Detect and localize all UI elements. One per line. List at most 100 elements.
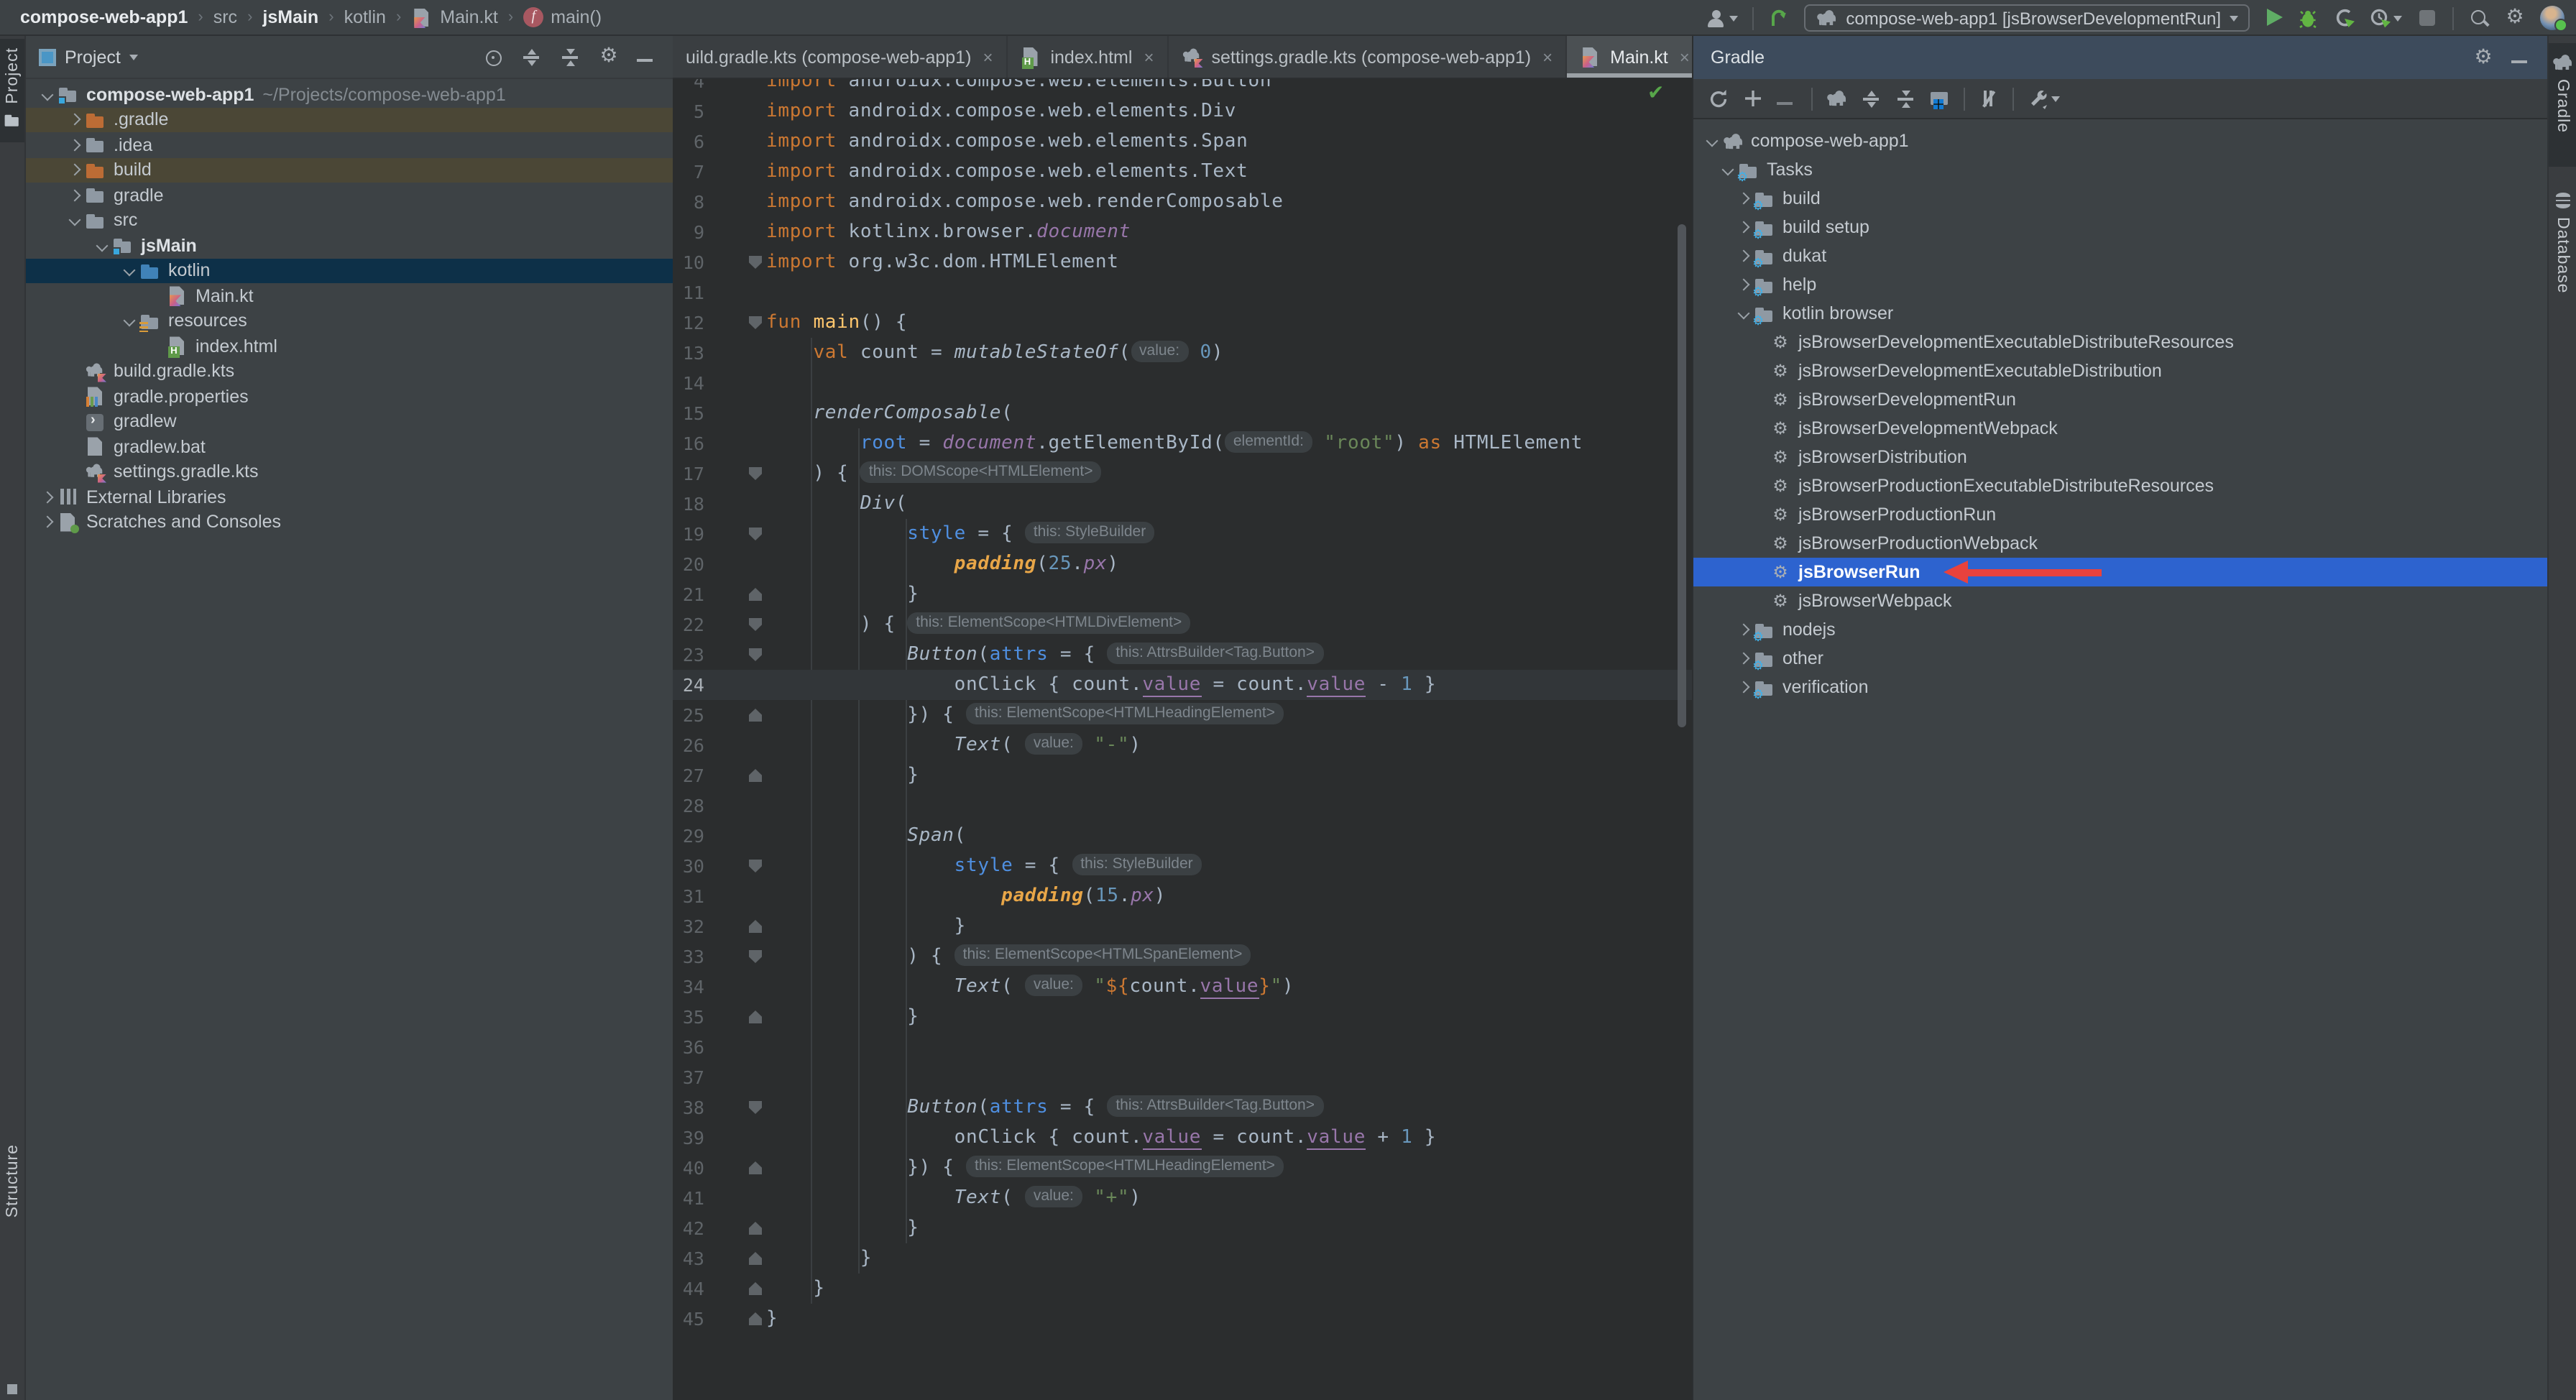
gradle-tree-row[interactable]: ⚙jsBrowserDevelopmentWebpack — [1693, 414, 2547, 443]
code-line[interactable]: 11 — [673, 277, 1692, 308]
code-line[interactable]: 14 — [673, 368, 1692, 398]
fold-end-icon[interactable] — [749, 588, 762, 601]
project-tree-row[interactable]: gradlew.bat — [26, 434, 673, 459]
gradle-tree-row[interactable]: ⚙Tasks — [1693, 155, 2547, 184]
code-line[interactable]: 25 }) { this: ElementScope<HTMLHeadingEl… — [673, 700, 1692, 730]
chevron-down-icon[interactable] — [1734, 303, 1754, 323]
chevron-right-icon[interactable] — [37, 512, 58, 533]
breadcrumb-item[interactable]: compose-web-app1 — [20, 7, 188, 27]
gradle-tree-row[interactable]: ⚙kotlin browser — [1693, 299, 2547, 328]
code-line[interactable]: 17 ) { this: DOMScope<HTMLElement> — [673, 459, 1692, 489]
code-line[interactable]: 21 } — [673, 579, 1692, 609]
close-tab-icon[interactable]: × — [1542, 47, 1552, 67]
editor-tab[interactable]: uild.gradle.kts (compose-web-app1)× — [673, 36, 1007, 78]
project-tree-row[interactable]: gradle.properties — [26, 384, 673, 409]
code-line[interactable]: 31 padding(15.px) — [673, 881, 1692, 911]
expand-all-button[interactable] — [1860, 88, 1882, 109]
gradle-tree-row[interactable]: ⚙jsBrowserProductionRun — [1693, 500, 2547, 529]
project-tree-row[interactable]: kotlin — [26, 258, 673, 283]
code-line[interactable]: 10import org.w3c.dom.HTMLElement — [673, 247, 1692, 277]
chevron-down-icon[interactable] — [37, 85, 58, 105]
settings-button[interactable]: ⚙ — [598, 46, 620, 68]
chevron-down-icon[interactable] — [65, 211, 85, 231]
code-line[interactable]: 4import androidx.compose.web.elements.Bu… — [673, 79, 1692, 96]
project-tree-row[interactable]: gradle — [26, 183, 673, 208]
project-tree-row[interactable]: Main.kt — [26, 283, 673, 308]
code-line[interactable]: 19 style = { this: StyleBuilder — [673, 519, 1692, 549]
gradle-tree-row[interactable]: ⚙jsBrowserWebpack — [1693, 586, 2547, 615]
fold-expanded-icon[interactable] — [749, 528, 762, 540]
project-tree-row[interactable]: build — [26, 157, 673, 183]
inspection-ok-icon[interactable]: ✔ — [1647, 82, 1665, 105]
project-tree-row[interactable]: src — [26, 208, 673, 233]
breadcrumb-item[interactable]: fmain() — [523, 7, 602, 27]
user-button[interactable] — [1705, 7, 1738, 29]
bottom-left-widget-icon[interactable] — [7, 1384, 17, 1394]
project-tree-row[interactable]: Hindex.html — [26, 333, 673, 359]
gradle-elephant-button[interactable] — [1826, 88, 1847, 109]
collapse-all-button[interactable] — [559, 46, 581, 68]
chevron-right-icon[interactable] — [65, 135, 85, 155]
gradle-tree-row[interactable]: ⚙verification — [1693, 673, 2547, 701]
code-line[interactable]: 29 Span( — [673, 821, 1692, 851]
collapse-all-button[interactable] — [1895, 88, 1916, 109]
code-line[interactable]: 24 onClick { count.value = count.value -… — [673, 670, 1692, 700]
code-line[interactable]: 38 Button(attrs = { this: AttrsBuilder<T… — [673, 1092, 1692, 1123]
chevron-right-icon[interactable] — [1734, 217, 1754, 237]
fold-expanded-icon[interactable] — [749, 648, 762, 661]
code-editor[interactable]: 4import androidx.compose.web.elements.Bu… — [673, 79, 1692, 1400]
locate-button[interactable] — [482, 46, 503, 68]
project-tree-row[interactable]: jsMain — [26, 233, 673, 258]
settings-button[interactable]: ⚙ — [2472, 47, 2494, 68]
fold-end-icon[interactable] — [749, 1252, 762, 1265]
code-line[interactable]: 30 style = { this: StyleBuilder — [673, 851, 1692, 881]
expand-all-button[interactable] — [520, 46, 542, 68]
project-panel-header[interactable]: Project ⚙ — [26, 36, 673, 79]
gradle-task-row-selected[interactable]: ⚙jsBrowserRun — [1693, 558, 2547, 586]
tool-tab-database[interactable]: Database — [2549, 181, 2576, 333]
fold-end-icon[interactable] — [749, 920, 762, 933]
settings-button[interactable]: ⚙ — [2504, 7, 2526, 29]
tool-tab-project[interactable]: Project — [0, 39, 24, 142]
reload-gradle-button[interactable] — [1768, 7, 1790, 29]
chevron-right-icon[interactable] — [65, 160, 85, 180]
code-line[interactable]: 7import androidx.compose.web.elements.Te… — [673, 157, 1692, 187]
project-view-dropdown-icon[interactable] — [129, 54, 138, 60]
code-line[interactable]: 15 renderComposable( — [673, 398, 1692, 428]
fold-expanded-icon[interactable] — [749, 467, 762, 480]
gradle-tree-row[interactable]: ⚙jsBrowserDevelopmentRun — [1693, 385, 2547, 414]
project-tree-row[interactable]: resources — [26, 308, 673, 333]
hide-button[interactable] — [2511, 47, 2533, 68]
breadcrumb-item[interactable]: jsMain — [262, 7, 318, 27]
gradle-tree-row[interactable]: ⚙build setup — [1693, 213, 2547, 241]
code-line[interactable]: 13 val count = mutableStateOf(value: 0) — [673, 338, 1692, 368]
breadcrumb-item[interactable]: src — [213, 7, 237, 27]
run-button[interactable] — [2264, 7, 2283, 29]
code-line[interactable]: 20 padding(25.px) — [673, 549, 1692, 579]
fold-end-icon[interactable] — [749, 1010, 762, 1023]
add-button[interactable] — [1742, 88, 1764, 109]
gradle-tree-row[interactable]: ⚙jsBrowserDevelopmentExecutableDistribut… — [1693, 356, 2547, 385]
project-tree-row[interactable]: External Libraries — [26, 484, 673, 510]
code-line[interactable]: 6import androidx.compose.web.elements.Sp… — [673, 126, 1692, 157]
fold-end-icon[interactable] — [749, 1282, 762, 1295]
code-line[interactable]: 36 — [673, 1032, 1692, 1062]
debug-button[interactable] — [2297, 7, 2319, 29]
fold-end-icon[interactable] — [749, 1312, 762, 1325]
fold-end-icon[interactable] — [749, 769, 762, 782]
tool-tab-structure[interactable]: Structure — [0, 1136, 24, 1236]
code-line[interactable]: 45} — [673, 1304, 1692, 1334]
code-line[interactable]: 35 } — [673, 1002, 1692, 1032]
project-tree-row[interactable]: .gradle — [26, 107, 673, 132]
chevron-down-icon[interactable] — [1702, 131, 1722, 151]
code-line[interactable]: 32 } — [673, 911, 1692, 941]
gradle-tree-row[interactable]: compose-web-app1 — [1693, 126, 2547, 155]
chevron-right-icon[interactable] — [65, 185, 85, 206]
code-line[interactable]: 5import androidx.compose.web.elements.Di… — [673, 96, 1692, 126]
chevron-down-icon[interactable] — [1718, 160, 1738, 180]
search-everywhere-button[interactable] — [2468, 7, 2490, 29]
fold-expanded-icon[interactable] — [749, 256, 762, 269]
code-line[interactable]: 9import kotlinx.browser.document — [673, 217, 1692, 247]
run-configuration-select[interactable]: compose-web-app1 [jsBrowserDevelopmentRu… — [1804, 4, 2250, 32]
gradle-tree-row[interactable]: ⚙other — [1693, 644, 2547, 673]
